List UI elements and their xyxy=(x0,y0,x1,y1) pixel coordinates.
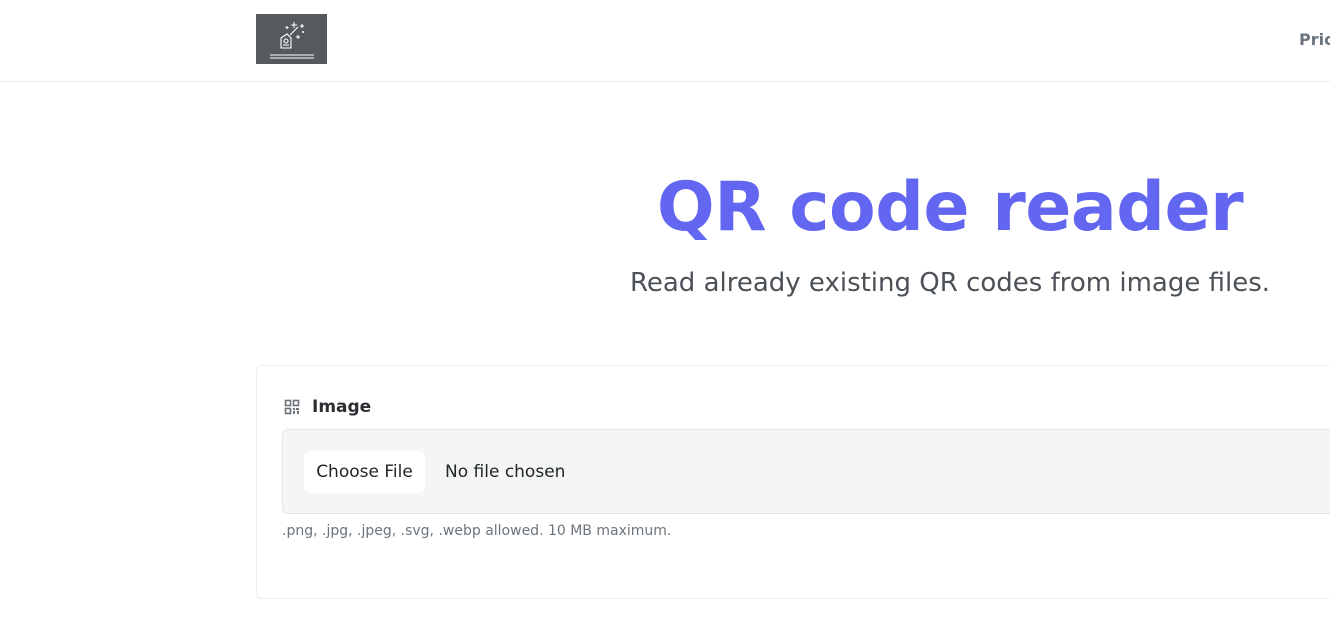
page-title: QR code reader xyxy=(656,168,1244,247)
page-subtitle: Read already existing QR codes from imag… xyxy=(629,268,1271,298)
rocket-stars-icon xyxy=(270,22,314,59)
qr-code-icon xyxy=(284,399,300,415)
site-logo[interactable] xyxy=(256,14,327,64)
image-field-label: Image xyxy=(284,397,371,417)
file-input[interactable]: Choose File No file chosen xyxy=(282,429,1330,514)
top-navbar: Pric xyxy=(0,0,1330,82)
image-label-text: Image xyxy=(312,397,372,417)
nav-link-pricing[interactable]: Pric xyxy=(1299,30,1330,49)
file-status-text: No file chosen xyxy=(445,462,566,482)
file-help-text: .png, .jpg, .jpeg, .svg, .webp allowed. … xyxy=(282,523,672,539)
choose-file-button[interactable]: Choose File xyxy=(304,451,425,493)
upload-card: Image Choose File No file chosen .png, .… xyxy=(256,365,1330,599)
